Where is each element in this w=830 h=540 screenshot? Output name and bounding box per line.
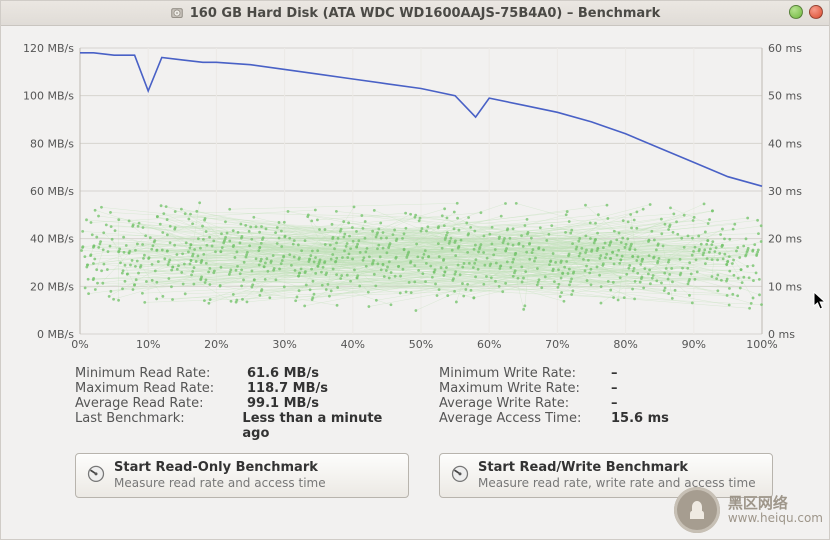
button-subtitle: Measure read rate and access time [114, 476, 326, 491]
stat-row: Average Write Rate:– [439, 396, 773, 411]
titlebar: 160 GB Hard Disk (ATA WDC WD1600AAJS-75B… [1, 1, 829, 26]
svg-text:0 MB/s: 0 MB/s [37, 328, 74, 341]
button-title: Start Read/Write Benchmark [478, 460, 756, 476]
svg-text:50%: 50% [409, 338, 433, 351]
content: 0 MB/s0 ms20 MB/s10 ms40 MB/s20 ms60 MB/… [1, 26, 829, 510]
svg-text:100 MB/s: 100 MB/s [23, 90, 74, 103]
svg-text:100%: 100% [746, 338, 777, 351]
window-title-text: 160 GB Hard Disk (ATA WDC WD1600AAJS-75B… [190, 6, 660, 21]
stat-label: Average Write Rate: [439, 396, 599, 411]
button-title: Start Read-Only Benchmark [114, 460, 326, 476]
disk-icon [170, 6, 184, 20]
stat-value: 99.1 MB/s [247, 396, 319, 411]
watermark-url: www.heiqu.com [728, 512, 823, 525]
stat-value: – [611, 381, 618, 396]
stat-row: Maximum Write Rate:– [439, 381, 773, 396]
svg-text:60%: 60% [477, 338, 501, 351]
window-title: 160 GB Hard Disk (ATA WDC WD1600AAJS-75B… [1, 6, 829, 21]
svg-text:30 ms: 30 ms [768, 185, 802, 198]
stat-value: – [611, 396, 618, 411]
stat-label: Maximum Write Rate: [439, 381, 599, 396]
benchmark-buttons: Start Read-Only Benchmark Measure read r… [75, 453, 773, 498]
svg-text:80%: 80% [613, 338, 637, 351]
svg-text:50 ms: 50 ms [768, 90, 802, 103]
stat-row: Last Benchmark: Less than a minute ago [75, 411, 409, 441]
stats-grid: Minimum Read Rate:61.6 MB/sMaximum Read … [75, 366, 773, 441]
watermark-text: 黑区网络 [728, 496, 823, 512]
svg-text:10 ms: 10 ms [768, 280, 802, 293]
stat-label: Maximum Read Rate: [75, 381, 235, 396]
svg-text:20%: 20% [204, 338, 228, 351]
start-read-only-benchmark-button[interactable]: Start Read-Only Benchmark Measure read r… [75, 453, 409, 498]
stat-label: Minimum Read Rate: [75, 366, 235, 381]
stat-label: Last Benchmark: [75, 411, 230, 441]
svg-text:90%: 90% [682, 338, 706, 351]
stat-label: Minimum Write Rate: [439, 366, 599, 381]
svg-text:80 MB/s: 80 MB/s [30, 137, 74, 150]
stat-row: Maximum Read Rate: 118.7 MB/s [75, 381, 409, 396]
stat-row: Average Access Time: 15.6 ms [439, 411, 773, 426]
stat-value: 15.6 ms [611, 411, 669, 426]
stat-row: Minimum Read Rate: 61.6 MB/s [75, 366, 409, 381]
stat-value: – [611, 366, 618, 381]
svg-text:20 ms: 20 ms [768, 233, 802, 246]
svg-text:30%: 30% [272, 338, 296, 351]
stat-row: Minimum Write Rate:– [439, 366, 773, 381]
svg-text:0%: 0% [71, 338, 88, 351]
svg-text:10%: 10% [136, 338, 160, 351]
stat-label: Average Access Time: [439, 411, 599, 426]
svg-text:60 MB/s: 60 MB/s [30, 185, 74, 198]
stat-value: 118.7 MB/s [247, 381, 328, 396]
svg-text:40 MB/s: 40 MB/s [30, 233, 74, 246]
svg-text:60 ms: 60 ms [768, 42, 802, 55]
window: 160 GB Hard Disk (ATA WDC WD1600AAJS-75B… [0, 0, 830, 540]
svg-text:120 MB/s: 120 MB/s [23, 42, 74, 55]
svg-text:40%: 40% [341, 338, 365, 351]
svg-text:20 MB/s: 20 MB/s [30, 280, 74, 293]
stat-row: Average Read Rate: 99.1 MB/s [75, 396, 409, 411]
minimize-button[interactable] [789, 5, 803, 19]
svg-text:70%: 70% [545, 338, 569, 351]
svg-text:40 ms: 40 ms [768, 137, 802, 150]
stat-value: Less than a minute ago [242, 411, 409, 441]
benchmark-chart: 0 MB/s0 ms20 MB/s10 ms40 MB/s20 ms60 MB/… [18, 38, 808, 358]
close-button[interactable] [809, 5, 823, 19]
gauge-icon [86, 463, 106, 483]
window-controls [789, 5, 823, 19]
stat-value: 61.6 MB/s [247, 366, 319, 381]
gauge-icon [450, 463, 470, 483]
watermark: 黑区网络 www.heiqu.com [674, 487, 823, 533]
watermark-badge-icon [674, 487, 720, 533]
stat-label: Average Read Rate: [75, 396, 235, 411]
